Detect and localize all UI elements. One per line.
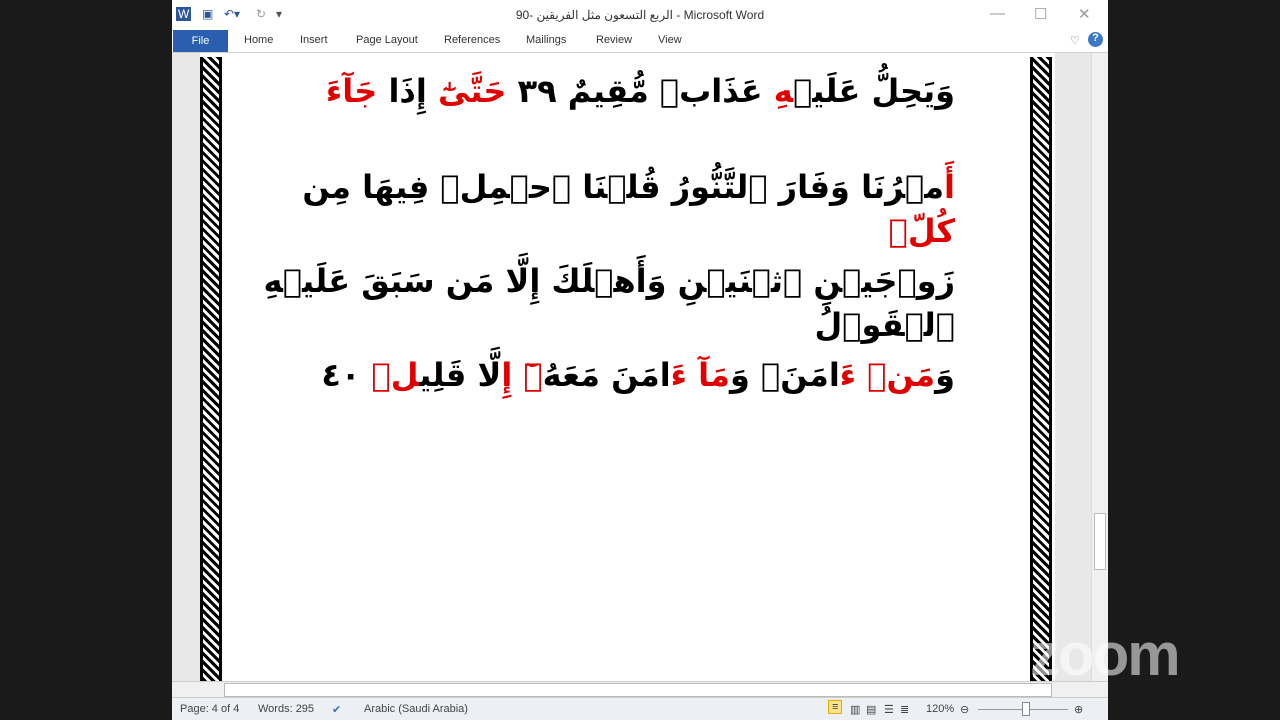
text-segment: امَنَ مَعَهُ [542, 356, 671, 394]
text-segment: ٤٠ [321, 356, 372, 394]
horizontal-scrollbar[interactable] [172, 681, 1108, 698]
red-text-segment: أَ [944, 168, 955, 206]
zoom-in-button[interactable]: ⊕ [1074, 703, 1083, 716]
text-segment: وَيَحِلُّ عَلَيۡ [793, 72, 955, 110]
zoom-out-button[interactable]: ⊖ [960, 703, 969, 716]
word-icon: W [176, 7, 192, 21]
proofing-icon[interactable]: ✔ [332, 703, 341, 716]
ribbon-tabs: File Home Insert Page Layout References … [172, 30, 1108, 53]
tab-file[interactable]: File [173, 30, 228, 52]
redo-icon[interactable]: ↻ [256, 7, 266, 21]
zoom-slider-thumb[interactable] [1022, 702, 1030, 716]
status-bar: Page: 4 of 4 Words: 295 ✔ Arabic (Saudi … [172, 697, 1108, 720]
document-area[interactable]: وَيَحِلُّ عَلَيۡهِ عَذَابٞ مُّقِيمٌ ٣٩ ح… [172, 53, 1091, 681]
red-text-segment: حَتَّىٰٓ [437, 72, 507, 110]
tab-references[interactable]: References [444, 34, 500, 46]
red-text-segment: مَنۡ ءَ [839, 356, 936, 394]
save-icon[interactable]: ▣ [202, 7, 213, 21]
maximize-button[interactable]: ☐ [1034, 5, 1047, 23]
page-border-right [1030, 57, 1052, 681]
tab-insert[interactable]: Insert [300, 34, 328, 46]
text-segment: مۡرُنَا وَفَارَ ٱلتَّنُّورُ قُلۡنَا ٱحۡم… [302, 168, 945, 206]
outline-icon[interactable]: ☰ [884, 703, 894, 716]
page-count[interactable]: Page: 4 of 4 [180, 703, 239, 715]
text-segment: عَذَابٞ مُّقِيمٌ ٣٩ [506, 72, 774, 110]
text-segment: لَّا قَلِي [419, 356, 502, 394]
customize-toolbar-icon[interactable]: ▾ [276, 7, 282, 21]
web-layout-icon[interactable]: ▤ [866, 703, 876, 716]
help-icon[interactable]: ? [1088, 32, 1103, 47]
document-page[interactable]: وَيَحِلُّ عَلَيۡهِ عَذَابٞ مُّقِيمٌ ٣٩ ح… [200, 53, 1055, 681]
text-segment: زَوۡجَيۡنِ ٱثۡنَيۡنِ وَأَهۡلَكَ إِلَّا م… [263, 262, 955, 344]
word-count[interactable]: Words: 295 [258, 703, 314, 715]
quran-line: وَيَحِلُّ عَلَيۡهِ عَذَابٞ مُّقِيمٌ ٣٩ ح… [240, 69, 955, 113]
red-text-segment: لٞ [371, 356, 420, 394]
draft-icon[interactable]: ≣ [900, 703, 909, 716]
text-segment: إِذَا [377, 72, 438, 110]
full-screen-reading-icon[interactable]: ▥ [850, 703, 860, 716]
minimize-ribbon-icon[interactable]: ♡ [1070, 34, 1080, 47]
minimize-button[interactable]: — [990, 5, 1005, 22]
text-segment: وَ [935, 356, 955, 394]
horizontal-scroll-thumb[interactable] [224, 683, 1052, 697]
tab-mailings[interactable]: Mailings [526, 34, 566, 46]
word-window: W ▣ ↶▾ ↻ ▾ الربع التسعون مثل الفريقين -9… [172, 0, 1108, 720]
close-button[interactable]: ✕ [1078, 5, 1091, 23]
tab-home[interactable]: Home [244, 34, 273, 46]
tab-page-layout[interactable]: Page Layout [356, 34, 418, 46]
text-segment: امَنَۚ وَ [729, 356, 840, 394]
page-border-left [200, 57, 222, 681]
quran-line: زَوۡجَيۡنِ ٱثۡنَيۡنِ وَأَهۡلَكَ إِلَّا م… [240, 259, 955, 347]
language-indicator[interactable]: Arabic (Saudi Arabia) [364, 703, 468, 715]
tab-review[interactable]: Review [596, 34, 632, 46]
red-text-segment: جَآءَ [325, 72, 378, 110]
quran-line: وَمَنۡ ءَامَنَۚ وَمَآ ءَامَنَ مَعَهُۥٓ إ… [240, 353, 955, 397]
quran-line: أَمۡرُنَا وَفَارَ ٱلتَّنُّورُ قُلۡنَا ٱح… [240, 165, 955, 253]
red-text-segment: كُلّٖ [888, 212, 955, 250]
vertical-scrollbar[interactable] [1091, 53, 1108, 681]
tab-view[interactable]: View [658, 34, 682, 46]
zoom-watermark: zoom [1030, 621, 1181, 688]
red-text-segment: هِ [773, 72, 794, 110]
vertical-scroll-thumb[interactable] [1094, 513, 1106, 570]
undo-icon[interactable]: ↶▾ [224, 7, 240, 21]
print-layout-icon[interactable]: ≡ [828, 700, 843, 714]
window-title: الربع التسعون مثل الفريقين -90 - Microso… [515, 8, 765, 22]
title-bar: W ▣ ↶▾ ↻ ▾ الربع التسعون مثل الفريقين -9… [172, 0, 1108, 30]
zoom-level[interactable]: 120% [926, 703, 954, 715]
red-text-segment: ۥٓ إِ [501, 356, 543, 394]
red-text-segment: مَآ ءَ [670, 356, 730, 394]
